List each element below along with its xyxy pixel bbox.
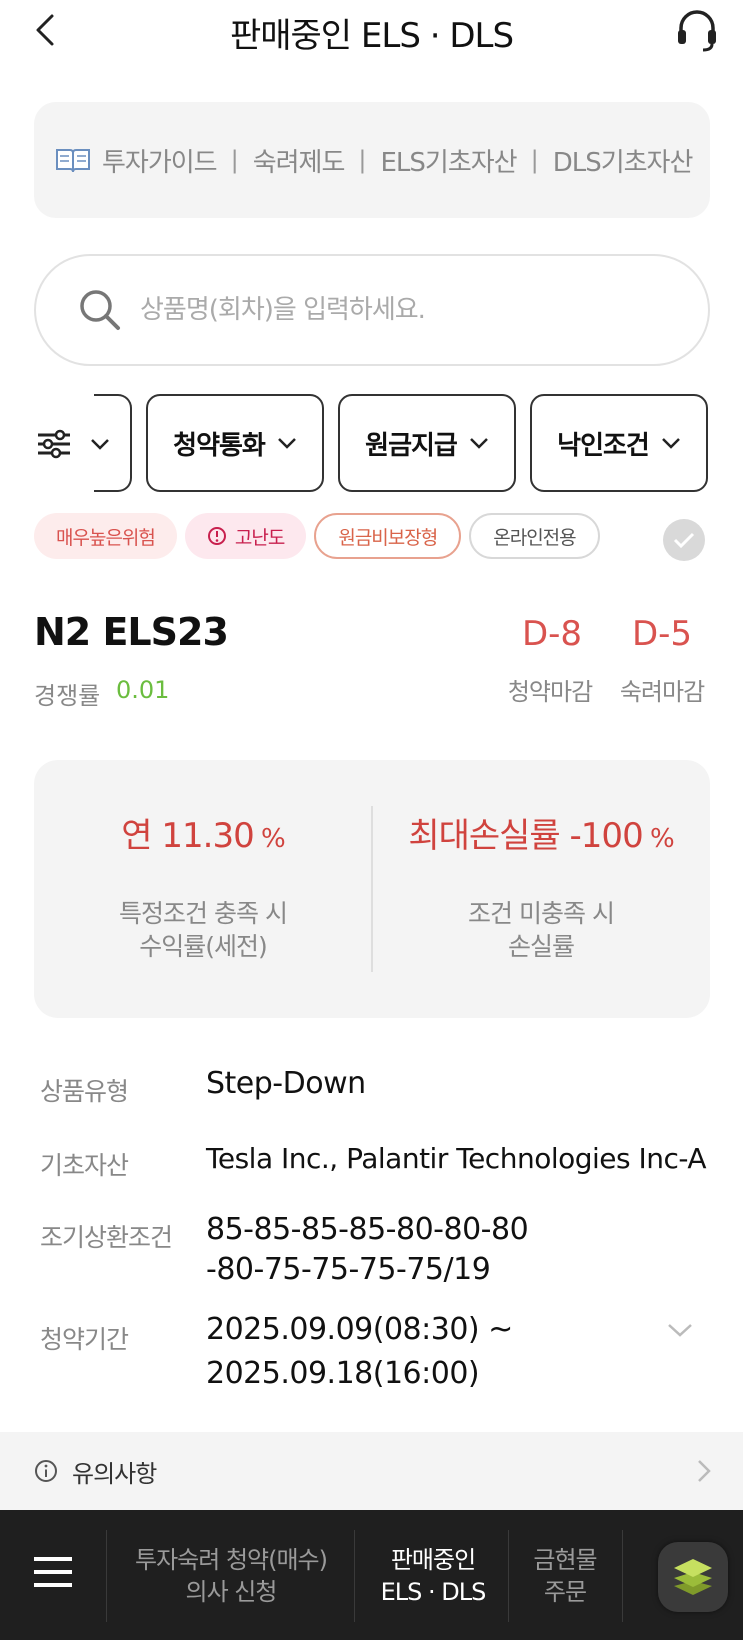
yield-description: 특정조건 충족 시 수익률(세전) <box>34 897 372 963</box>
nav-gold-spot[interactable]: 금현물 주문 <box>512 1544 618 1608</box>
early-redemption-value: 85-85-85-85-80-80-80 -80-75-75-75-75/19 <box>206 1210 529 1290</box>
filter-row: 청약통화 원금지급 낙인조건 <box>0 394 743 492</box>
loss-desc-line: 손실률 <box>507 932 575 961</box>
subscription-dday: D-8 <box>521 614 583 654</box>
subscription-period-label: 청약기간 <box>40 1325 129 1354</box>
guide-link-deliberation[interactable]: 숙려제도 <box>253 142 346 179</box>
nav-label: 의사 신청 <box>185 1578 278 1606</box>
underlying-asset-value: Tesla Inc., Palantir Technologies Inc-A <box>206 1142 707 1175</box>
nav-label: ELS · DLS <box>380 1578 487 1606</box>
period-line: 2025.09.18(16:00) <box>206 1356 480 1391</box>
filter-label: 원금지급 <box>365 430 458 461</box>
search-input[interactable] <box>140 295 660 325</box>
notice-bar[interactable]: 유의사항 <box>0 1432 743 1510</box>
nav-label: 금현물 <box>533 1546 597 1574</box>
guide-link-els-asset[interactable]: ELS기초자산 <box>380 142 517 179</box>
period-line: 2025.09.09(08:30) ~ <box>206 1312 513 1347</box>
guide-link-invest[interactable]: 투자가이드 <box>102 142 218 179</box>
page-title: 판매중인 ELS · DLS <box>229 16 514 56</box>
non-principal-badge: 원금비보장형 <box>314 513 462 559</box>
product-name[interactable]: N2 ELS23 <box>34 610 229 654</box>
subscription-period-value: 2025.09.09(08:30) ~ 2025.09.18(16:00) <box>206 1308 513 1396</box>
divider <box>622 1530 623 1622</box>
nav-deliberation-request[interactable]: 투자숙려 청약(매수) 의사 신청 <box>112 1544 350 1608</box>
deliberation-dday-label: 숙려마감 <box>619 678 705 706</box>
nav-els-dls[interactable]: 판매중인 ELS · DLS <box>360 1544 506 1608</box>
yield-card: 연 11.30 % 특정조건 충족 시 수익률(세전) 최대손실률 -100 %… <box>34 760 710 1018</box>
divider <box>106 1530 107 1622</box>
check-icon[interactable] <box>663 519 705 561</box>
competition-label: 경쟁률 <box>34 682 101 710</box>
filter-currency[interactable]: 청약통화 <box>146 394 324 492</box>
nav-label: 판매중인 <box>390 1546 476 1574</box>
yield-desc-line: 특정조건 충족 시 <box>119 899 288 928</box>
filter-label: 청약통화 <box>173 430 266 461</box>
competition-value: 0.01 <box>116 676 170 704</box>
nav-label: 투자숙려 청약(매수) <box>135 1546 328 1574</box>
loss-value: -100 <box>569 816 644 856</box>
layers-button[interactable] <box>658 1542 728 1612</box>
chevron-down-icon <box>469 438 488 449</box>
risk-badge: 매우높은위험 <box>34 513 177 559</box>
expected-yield: 연 11.30 % 특정조건 충족 시 수익률(세전) <box>34 760 372 963</box>
yield-value: 11.30 <box>161 816 254 856</box>
nav-label: 주문 <box>543 1578 587 1606</box>
underlying-asset-label: 기초자산 <box>40 1151 129 1180</box>
chevron-down-icon <box>661 438 680 449</box>
deliberation-dday: D-5 <box>631 614 693 654</box>
loss-unit: % <box>642 824 675 854</box>
early-redemption-label: 조기상환조건 <box>40 1223 173 1252</box>
loss-value-line: 최대손실률 -100 % <box>372 808 710 857</box>
max-loss: 최대손실률 -100 % 조건 미충족 시 손실률 <box>372 760 710 963</box>
info-icon <box>35 1460 57 1482</box>
chevron-down-icon[interactable] <box>667 1322 693 1338</box>
online-only-badge: 온라인전용 <box>469 513 600 559</box>
yield-prefix: 연 <box>121 816 162 856</box>
product-tags: 매우높은위험 고난도 원금비보장형 온라인전용 <box>34 512 608 560</box>
chevron-down-icon <box>277 438 296 449</box>
filter-knockin[interactable]: 낙인조건 <box>530 394 708 492</box>
alert-icon <box>207 527 226 545</box>
redemption-line: -80-75-75-75-75/19 <box>206 1252 491 1287</box>
search-icon <box>80 290 120 330</box>
bottom-nav: 투자숙려 청약(매수) 의사 신청 판매중인 ELS · DLS 금현물 주문 <box>0 1510 743 1640</box>
layers-icon <box>674 1559 712 1595</box>
separator: | <box>230 146 239 174</box>
separator: | <box>530 146 539 174</box>
filter-label: 낙인조건 <box>557 430 650 461</box>
hamburger-menu-icon[interactable] <box>32 1554 74 1590</box>
book-icon <box>56 149 90 173</box>
guide-links: 투자가이드 | 숙려제도 | ELS기초자산 | DLS기초자산 <box>34 102 710 218</box>
sliders-icon <box>38 429 70 459</box>
redemption-line: 85-85-85-85-80-80-80 <box>206 1212 529 1247</box>
divider <box>354 1530 355 1622</box>
app-header: 판매중인 ELS · DLS <box>0 0 743 60</box>
headset-icon[interactable] <box>675 8 719 54</box>
difficulty-label: 고난도 <box>234 526 285 549</box>
separator: | <box>358 146 367 174</box>
subscription-dday-label: 청약마감 <box>507 678 593 706</box>
difficulty-badge: 고난도 <box>184 513 307 559</box>
yield-value-line: 연 11.30 % <box>34 808 372 857</box>
notice-label: 유의사항 <box>72 1459 157 1488</box>
filter-settings-outline <box>94 394 132 492</box>
divider <box>508 1530 509 1622</box>
loss-prefix: 최대손실률 <box>408 816 570 856</box>
product-type-value: Step-Down <box>206 1066 366 1101</box>
guide-link-dls-asset[interactable]: DLS기초자산 <box>553 142 694 179</box>
loss-desc-line: 조건 미충족 시 <box>468 899 615 928</box>
yield-desc-line: 수익률(세전) <box>139 932 268 961</box>
loss-description: 조건 미충족 시 손실률 <box>372 897 710 963</box>
search-bar[interactable] <box>34 254 710 366</box>
product-type-label: 상품유형 <box>40 1077 129 1106</box>
filter-principal[interactable]: 원금지급 <box>338 394 516 492</box>
yield-unit: % <box>253 824 286 854</box>
chevron-right-icon <box>698 1460 711 1482</box>
